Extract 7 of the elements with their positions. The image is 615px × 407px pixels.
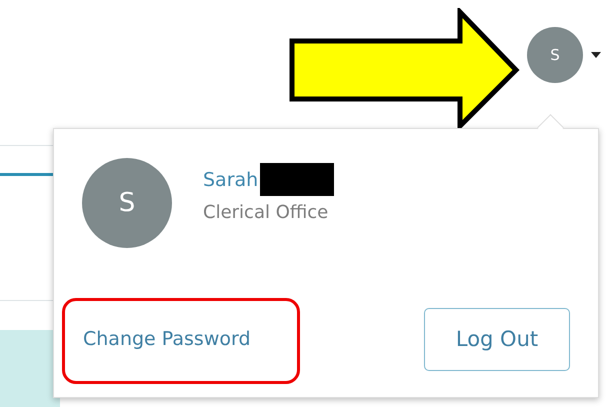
avatar[interactable]: S — [527, 27, 583, 83]
user-name: Sarah — [203, 168, 258, 190]
log-out-button[interactable]: Log Out — [424, 308, 570, 370]
avatar: S — [82, 158, 172, 248]
user-role: Clerical Office — [203, 202, 330, 223]
caret-icon[interactable] — [591, 52, 601, 58]
change-password-link[interactable]: Change Password — [74, 300, 260, 378]
